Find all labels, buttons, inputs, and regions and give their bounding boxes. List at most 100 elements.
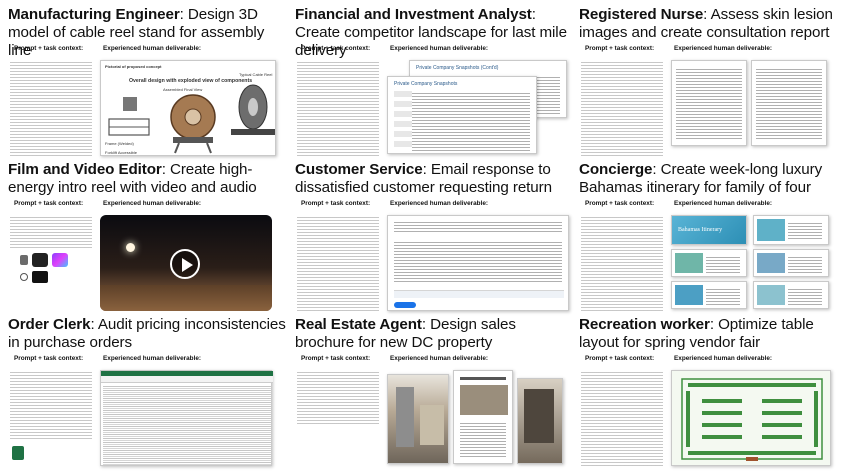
deliverable-label: Experienced human deliverable: [674,200,773,207]
card-title: Registered Nurse: Assess skin lesion ima… [579,6,833,41]
itinerary-slide [753,281,829,309]
prompt-label: Prompt + task context: [585,355,655,362]
slide-title: Bahamas Itinerary [678,227,723,233]
cad-slide: Pictorial of proposed concept Overall de… [100,60,276,156]
prompt-text-thumbnail [581,60,663,156]
task-grid: Manufacturing Engineer: Design 3D model … [8,6,838,472]
brochure-page-text [453,370,513,464]
task-card-registered-nurse: Registered Nurse: Assess skin lesion ima… [579,6,841,161]
card-title: Concierge: Create week-long luxury Baham… [579,161,823,196]
card-title: Real Estate Agent: Design sales brochure… [295,316,516,351]
prompt-text-thumbnail [297,370,379,426]
column-labels: Prompt + task context: Experienced human… [8,45,291,57]
role-name: Manufacturing Engineer [8,6,180,23]
prompt-text-thumbnail [10,60,92,156]
reel-shaft-part [123,97,137,111]
itinerary-slide [753,249,829,277]
prompt-label: Prompt + task context: [585,200,655,207]
itinerary-slide [671,249,747,277]
prompt-label: Prompt + task context: [14,200,84,207]
deliverable-label: Experienced human deliverable: [674,355,773,362]
sheet-title-back: Private Company Snapshots (Cont'd) [416,65,499,71]
prompt-text-thumbnail [581,370,663,466]
video-thumbnail-icon [32,271,48,283]
excel-ribbon [101,376,273,383]
excel-file-icon [12,446,24,460]
column-labels: Prompt + task context: Experienced human… [295,355,575,367]
send-button[interactable] [394,302,416,308]
deliverable-thumbnail [671,60,831,156]
play-button-icon[interactable] [170,249,200,279]
prompt-text-thumbnail [10,370,92,466]
vendor-floor-plan [671,370,831,466]
brochure-page-interior [517,378,563,464]
prompt-label: Prompt + task context: [301,355,371,362]
email-toolbar[interactable] [394,290,564,298]
deliverable-thumbnail [387,370,569,466]
task-card-concierge: Concierge: Create week-long luxury Baham… [579,161,841,316]
deliverable-thumbnail [387,215,569,311]
file-icon [20,255,28,265]
deliverable-label: Experienced human deliverable: [103,45,202,52]
deliverable-label: Experienced human deliverable: [390,45,489,52]
prompt-label: Prompt + task context: [14,355,84,362]
play-circle-icon [20,273,28,281]
video-file-icon [32,253,48,267]
prompt-label: Prompt + task context: [585,45,655,52]
role-name: Film and Video Editor [8,161,162,178]
deliverable-label: Experienced human deliverable: [674,45,773,52]
role-name: Customer Service [295,161,423,178]
deliverable-thumbnail: Bahamas Itinerary [671,215,831,311]
prompt-text-thumbnail [10,215,92,311]
report-page-2 [751,60,827,146]
itinerary-slide [753,215,829,245]
prompt-label: Prompt + task context: [301,200,371,207]
role-name: Real Estate Agent [295,316,422,333]
card-title: Manufacturing Engineer: Design 3D model … [8,6,265,59]
role-name: Registered Nurse [579,6,704,23]
prompt-label: Prompt + task context: [301,45,371,52]
deliverable-thumbnail [100,215,272,311]
prompt-text-thumbnail [581,215,663,311]
task-card-order-clerk: Order Clerk: Audit pricing inconsistenci… [8,316,291,472]
task-card-real-estate-agent: Real Estate Agent: Design sales brochure… [295,316,575,472]
card-title: Customer Service: Email response to diss… [295,161,552,196]
moon-glow [126,243,135,252]
prompt-text-thumbnail [297,60,379,156]
deliverable-label: Experienced human deliverable: [103,200,202,207]
role-name: Concierge [579,161,653,178]
cad-drawing [108,84,275,154]
deliverable-label: Experienced human deliverable: [390,355,489,362]
card-title: Financial and Investment Analyst: Create… [295,6,567,59]
column-labels: Prompt + task context: Experienced human… [8,200,291,212]
prompt-text-thumbnail [297,215,379,311]
prompt-label: Prompt + task context: [14,45,84,52]
role-name: Recreation worker [579,316,710,333]
desert-ground [100,285,272,311]
column-labels: Prompt + task context: Experienced human… [295,200,575,212]
deliverable-label: Experienced human deliverable: [390,200,489,207]
column-labels: Prompt + task context: Experienced human… [579,355,841,367]
brochure-page-kitchen [387,374,449,464]
column-labels: Prompt + task context: Experienced human… [579,45,841,57]
logo-column [394,91,412,151]
card-title: Film and Video Editor: Create high-energ… [8,161,257,196]
card-title: Recreation worker: Optimize table layout… [579,316,814,351]
card-title: Order Clerk: Audit pricing inconsistenci… [8,316,286,351]
spreadsheet-slide-front: Private Company Snapshots [387,76,537,154]
column-labels: Prompt + task context: Experienced human… [8,355,291,367]
task-card-customer-service: Customer Service: Email response to diss… [295,161,575,316]
task-card-manufacturing-engineer: Manufacturing Engineer: Design 3D model … [8,6,291,161]
task-card-recreation-worker: Recreation worker: Optimize table layout… [579,316,841,472]
deliverable-thumbnail: Pictorial of proposed concept Overall de… [100,60,276,156]
deliverable-label: Experienced human deliverable: [103,355,202,362]
sheet-title: Private Company Snapshots [394,81,458,87]
email-compose-window [387,215,569,311]
column-labels: Prompt + task context: Experienced human… [579,200,841,212]
report-page-1 [671,60,747,146]
role-name: Order Clerk [8,316,91,333]
video-player[interactable] [100,215,272,311]
deliverable-thumbnail: Private Company Snapshots (Cont'd) Priva… [387,60,569,156]
role-name: Financial and Investment Analyst [295,6,532,23]
table-layout-diagram [681,378,823,461]
